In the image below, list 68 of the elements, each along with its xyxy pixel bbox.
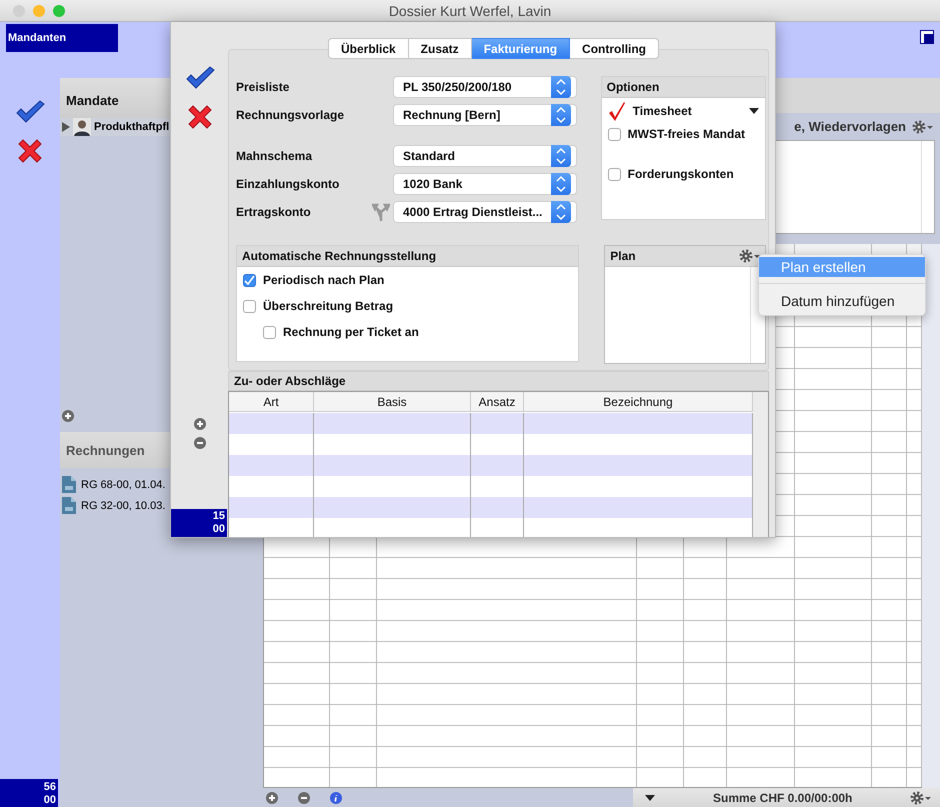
check-icon[interactable] bbox=[15, 100, 45, 124]
cancel-icon[interactable] bbox=[186, 104, 212, 130]
option-label[interactable]: Timesheet bbox=[632, 104, 692, 118]
summary-text: Summe CHF 0.00/00:00h bbox=[713, 791, 852, 805]
box-header: Automatische Rechnungsstellung bbox=[237, 246, 578, 267]
document-icon bbox=[62, 476, 76, 493]
tab[interactable]: Controlling bbox=[570, 38, 660, 59]
plus-icon[interactable] bbox=[194, 418, 206, 430]
menu-item[interactable]: Datum hinzufügen bbox=[759, 291, 925, 311]
check-icon[interactable] bbox=[184, 66, 214, 90]
field-label: Ertragskonto bbox=[236, 205, 312, 219]
avatar-icon bbox=[73, 118, 91, 136]
checkbox[interactable] bbox=[608, 168, 621, 180]
total-box: 15 00 bbox=[171, 509, 227, 537]
check-mark-icon[interactable] bbox=[608, 101, 626, 121]
plus-icon[interactable] bbox=[266, 792, 278, 804]
cancel-icon[interactable] bbox=[17, 138, 43, 164]
checkbox[interactable] bbox=[608, 128, 621, 140]
box-header: Plan bbox=[610, 249, 636, 263]
caret-icon[interactable] bbox=[749, 108, 759, 114]
tick-icon bbox=[244, 274, 255, 286]
section-header: Zu- oder Abschläge bbox=[228, 371, 769, 391]
checkbox-label[interactable]: MWST-freies Mandat bbox=[628, 127, 745, 141]
list-item[interactable]: RG 68-00, 01.04. bbox=[81, 478, 166, 490]
column-header[interactable]: Basis bbox=[314, 392, 471, 412]
tab[interactable]: Zusatz bbox=[408, 38, 472, 59]
checkbox[interactable] bbox=[243, 300, 256, 312]
select-field[interactable]: 1020 Bank bbox=[393, 173, 577, 195]
info-icon[interactable] bbox=[330, 792, 342, 804]
gear-icon[interactable] bbox=[912, 120, 934, 134]
column-header[interactable]: Ansatz bbox=[471, 392, 524, 412]
window-icon[interactable] bbox=[920, 30, 934, 44]
tab[interactable]: Überblick bbox=[328, 38, 409, 59]
window-title: Dossier Kurt Werfel, Lavin bbox=[388, 2, 552, 18]
disclosure-triangle-icon[interactable] bbox=[62, 122, 70, 132]
caret-icon[interactable] bbox=[645, 795, 655, 801]
checkbox-label[interactable]: Überschreitung Betrag bbox=[263, 299, 394, 313]
select-field[interactable]: Rechnung [Bern] bbox=[393, 104, 577, 126]
gear-icon[interactable] bbox=[739, 249, 761, 263]
select-field[interactable]: PL 350/250/200/180 bbox=[393, 76, 577, 98]
box-header: Optionen bbox=[602, 77, 765, 98]
plus-icon[interactable] bbox=[62, 410, 74, 422]
checkbox[interactable] bbox=[243, 274, 256, 286]
section-title: Mandanten bbox=[6, 24, 118, 52]
scrollbar-track[interactable] bbox=[753, 392, 768, 537]
checkbox-label[interactable]: Rechnung per Ticket an bbox=[283, 325, 419, 339]
field-label: Mahnschema bbox=[236, 149, 314, 163]
minus-icon[interactable] bbox=[298, 792, 310, 804]
column-header[interactable]: Bezeichnung bbox=[524, 392, 753, 412]
checkbox-label[interactable]: Forderungskonten bbox=[628, 167, 734, 181]
stepper-icon bbox=[551, 173, 571, 195]
stepper-icon bbox=[551, 104, 571, 126]
list-item[interactable]: RG 32-00, 10.03. bbox=[81, 500, 166, 512]
stepper-icon bbox=[551, 76, 571, 98]
total-box: 56 00 bbox=[0, 779, 58, 807]
select-field[interactable]: Standard bbox=[393, 145, 577, 167]
checkbox-label[interactable]: Periodisch nach Plan bbox=[263, 273, 384, 287]
stepper-icon bbox=[551, 201, 571, 223]
field-label: Einzahlungskonto bbox=[236, 177, 340, 191]
panel-title: e, Wiedervorlagen bbox=[794, 119, 906, 134]
scrollbar-track[interactable] bbox=[922, 244, 940, 788]
minus-icon[interactable] bbox=[194, 437, 206, 449]
column-header[interactable]: Art bbox=[229, 392, 314, 412]
checkbox[interactable] bbox=[263, 326, 276, 338]
stepper-icon bbox=[551, 145, 571, 167]
select-field[interactable]: 4000 Ertrag Dienstleist... bbox=[393, 201, 577, 223]
document-icon bbox=[62, 497, 76, 514]
gear-icon[interactable] bbox=[910, 791, 932, 805]
